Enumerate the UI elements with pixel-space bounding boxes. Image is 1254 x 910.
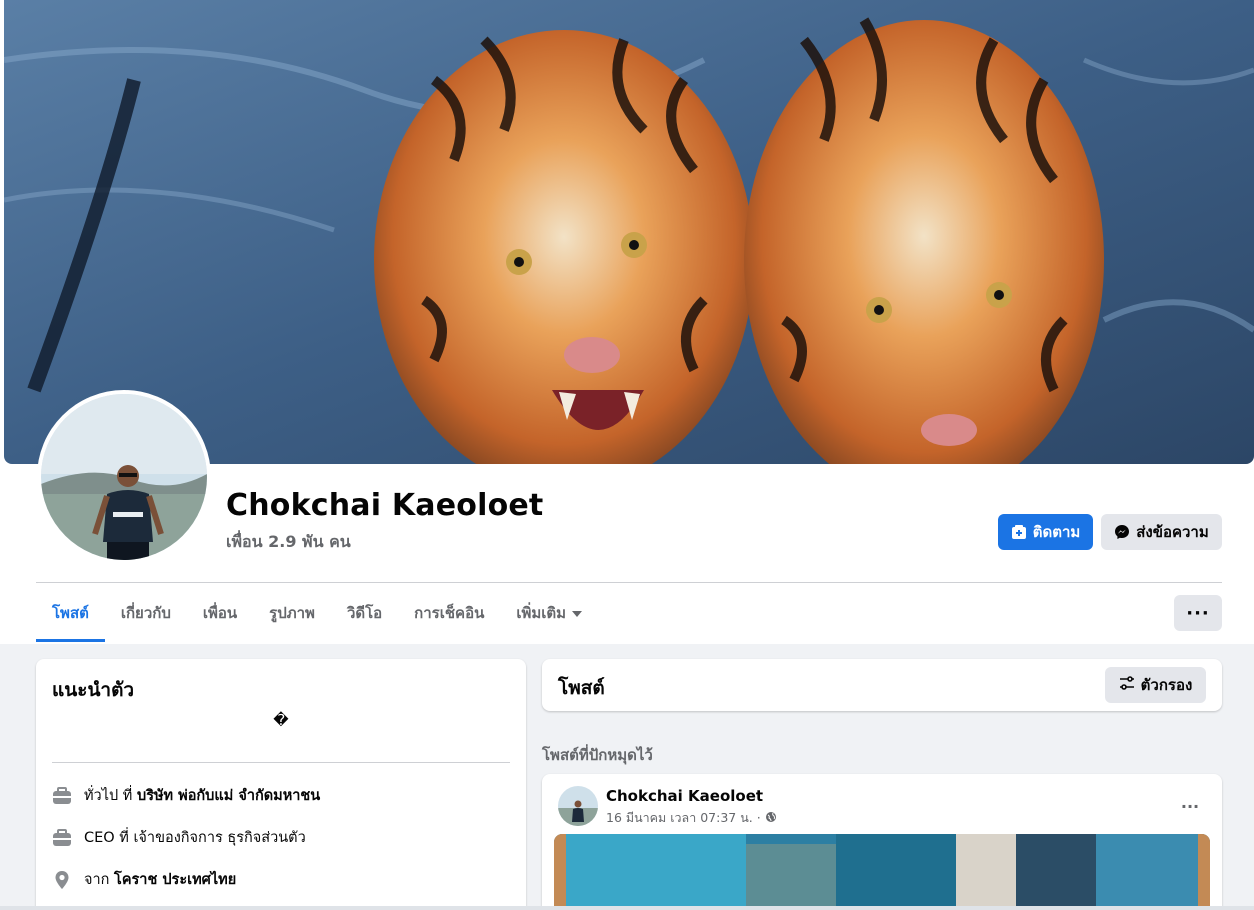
follow-label: ติดตาม (1032, 523, 1081, 541)
tiger-cover-image (4, 0, 1254, 464)
intro-item-text: CEO ที่ เจ้าของกิจการ ธุรกิจส่วนตัว (84, 830, 306, 846)
intro-bio: � (273, 711, 289, 729)
intro-title: แนะนำตัว (52, 679, 135, 701)
post-meta-text: 16 มีนาคม เวลา 07:37 น. · (606, 810, 761, 825)
message-button[interactable]: ส่งข้อความ (1101, 514, 1222, 550)
tab-videos[interactable]: วิดีโอ (331, 584, 398, 642)
message-label: ส่งข้อความ (1136, 523, 1209, 541)
post-image[interactable] (554, 834, 1210, 910)
location-pin-icon (52, 870, 72, 890)
intro-card: แนะนำตัว � ทั่วไป ที่ บริษัท พ่อกับแม่ จ… (36, 659, 526, 910)
pinned-post-card: Chokchai Kaeoloet 16 มีนาคม เวลา 07:37 น… (542, 774, 1222, 910)
tab-label: การเช็คอิน (414, 604, 485, 622)
post-author-name[interactable]: Chokchai Kaeoloet (606, 787, 763, 805)
header-divider (36, 582, 1222, 583)
profile-more-options-button[interactable]: ··· (1174, 595, 1222, 631)
profile-avatar[interactable] (37, 390, 211, 564)
filter-label: ตัวกรอง (1140, 676, 1193, 694)
filter-button[interactable]: ตัวกรอง (1105, 667, 1206, 703)
tab-friends[interactable]: เพื่อน (187, 584, 253, 642)
intro-item-hometown: จาก โคราช ประเทศไทย (52, 868, 236, 891)
follow-button[interactable]: ติดตาม (998, 514, 1093, 550)
tab-posts[interactable]: โพสต์ (36, 584, 105, 642)
pinned-posts-label: โพสต์ที่ปักหมุดไว้ (542, 746, 653, 764)
post-photo (554, 834, 1210, 910)
tab-label: รูปภาพ (269, 604, 315, 622)
filter-sliders-icon (1119, 675, 1135, 695)
tab-about[interactable]: เกี่ยวกับ (105, 584, 187, 642)
posts-header-card: โพสต์ ตัวกรอง (542, 659, 1222, 711)
avatar-photo (41, 394, 207, 560)
intro-item-text: จาก (84, 872, 115, 888)
intro-item-work: ทั่วไป ที่ บริษัท พ่อกับแม่ จำกัดมหาชน (52, 784, 320, 807)
globe-icon (765, 811, 777, 826)
posts-title: โพสต์ (558, 677, 605, 699)
tab-label: โพสต์ (52, 604, 89, 622)
post-timestamp[interactable]: 16 มีนาคม เวลา 07:37 น. · (606, 808, 777, 828)
tab-more[interactable]: เพิ่มเติม (500, 584, 598, 642)
tab-photos[interactable]: รูปภาพ (253, 584, 331, 642)
tab-checkins[interactable]: การเช็คอิน (398, 584, 500, 642)
intro-item-work-ceo: CEO ที่ เจ้าของกิจการ ธุรกิจส่วนตัว (52, 826, 306, 849)
profile-tabs: โพสต์ เกี่ยวกับ เพื่อน รูปภาพ วิดีโอ การ… (36, 584, 598, 642)
tab-label: เพื่อน (202, 604, 238, 622)
add-follow-icon (1011, 524, 1027, 540)
post-author-avatar[interactable] (558, 786, 598, 826)
intro-divider (52, 762, 510, 763)
post-more-options-button[interactable]: ··· (1172, 788, 1208, 824)
tab-label: เพิ่มเติม (516, 604, 567, 622)
tab-label: เกี่ยวกับ (120, 604, 171, 622)
cover-photo[interactable] (4, 0, 1254, 464)
page-bottom-edge (0, 906, 1254, 910)
intro-item-text: ทั่วไป ที่ (84, 788, 137, 804)
friends-count[interactable]: เพื่อน 2.9 พัน คน (226, 530, 351, 555)
profile-name: Chokchai Kaeoloet (226, 488, 544, 523)
intro-item-link[interactable]: โคราช ประเทศไทย (114, 872, 236, 888)
caret-down-icon (572, 611, 583, 617)
intro-item-link[interactable]: บริษัท พ่อกับแม่ จำกัดมหาชน (137, 788, 320, 804)
messenger-icon (1114, 524, 1130, 540)
briefcase-icon (52, 828, 72, 848)
tab-label: วิดีโอ (346, 604, 383, 622)
briefcase-icon (52, 786, 72, 806)
